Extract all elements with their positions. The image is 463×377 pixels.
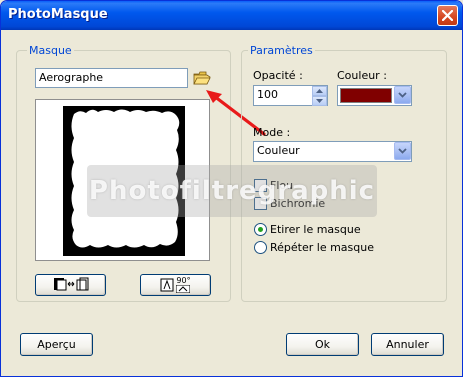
- mask-preview: [35, 99, 210, 261]
- repeter-label: Répéter le masque: [270, 241, 374, 254]
- color-swatch: [340, 88, 392, 103]
- flou-label: Flou: [270, 179, 294, 192]
- close-button[interactable]: [437, 5, 458, 26]
- window-title: PhotoMasque: [8, 7, 108, 22]
- ok-button[interactable]: Ok: [286, 333, 359, 356]
- couleur-dropdown-button[interactable]: [394, 86, 411, 104]
- title-bar[interactable]: PhotoMasque: [1, 1, 462, 30]
- chevron-down-icon: [398, 148, 407, 154]
- mode-select[interactable]: Couleur: [253, 141, 412, 162]
- rotate-button[interactable]: 90°: [140, 274, 211, 296]
- repeter-radio[interactable]: [254, 241, 267, 254]
- opacite-label: Opacité :: [253, 69, 303, 82]
- etirer-radio[interactable]: [254, 223, 267, 236]
- apercu-button[interactable]: Aperçu: [20, 333, 93, 356]
- etirer-label: Etirer le masque: [270, 223, 361, 236]
- mode-value: Couleur: [257, 144, 300, 157]
- rotate-90-icon: 90°: [160, 276, 191, 293]
- mask-file-field[interactable]: Aerographe: [35, 68, 188, 88]
- chevron-down-icon: [316, 99, 323, 103]
- chevron-down-icon: [398, 92, 407, 98]
- bichromie-label: Bichromie: [270, 197, 326, 210]
- couleur-label: Couleur :: [337, 69, 387, 82]
- dialog-body: Masque Aerographe 90° Paramètres Opacité…: [4, 30, 459, 374]
- flip-button[interactable]: [35, 274, 106, 296]
- mode-label: Mode :: [253, 126, 291, 139]
- mask-preview-image: [36, 100, 209, 260]
- opacite-value: 100: [257, 88, 278, 101]
- close-icon: [442, 10, 453, 21]
- bichromie-checkbox[interactable]: [254, 197, 267, 210]
- masque-group-label: Masque: [27, 44, 74, 57]
- rotate-badge: 90°: [176, 276, 191, 285]
- opacite-spinner[interactable]: [312, 86, 327, 106]
- mode-dropdown-button[interactable]: [394, 142, 411, 160]
- spin-down-button[interactable]: [312, 96, 327, 106]
- parametres-group-label: Paramètres: [248, 44, 315, 57]
- flip-horizontal-icon: [51, 276, 91, 295]
- flou-checkbox[interactable]: [254, 179, 267, 192]
- open-folder-button[interactable]: [193, 70, 211, 87]
- annuler-button[interactable]: Annuler: [371, 333, 444, 356]
- spin-up-button[interactable]: [312, 86, 327, 96]
- chevron-up-icon: [316, 89, 323, 93]
- photomasque-dialog: PhotoMasque Masque Aerographe 90° Paramè…: [0, 0, 463, 377]
